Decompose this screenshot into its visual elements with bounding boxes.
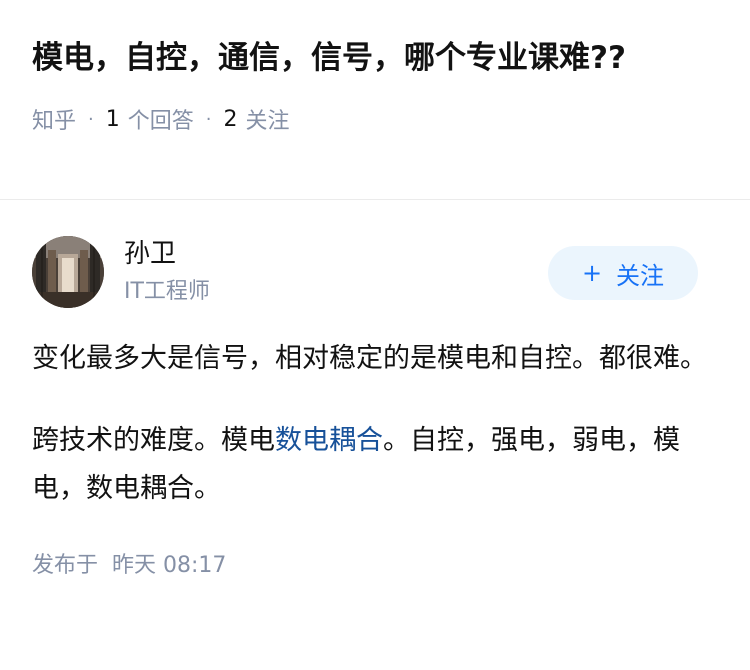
posted-time: 昨天 08:17 — [112, 553, 227, 578]
paragraph-text: 跨技术的难度。模电 — [32, 425, 275, 456]
keyword-link[interactable]: 数电耦合 — [275, 425, 383, 456]
question-meta: 知乎 · 1 个回答 · 2 关注 — [32, 103, 718, 135]
author-title: IT工程师 — [124, 279, 210, 304]
question-header: 模电，自控，通信，信号，哪个专业课难?? 知乎 · 1 个回答 · 2 关注 — [0, 0, 750, 200]
answer-card: 孙卫 IT工程师 + 关注 变化最多大是信号，相对稳定的是模电和自控。都很难。 … — [0, 201, 750, 579]
post-time: 发布于 昨天 08:17 — [32, 547, 718, 579]
author-name[interactable]: 孙卫 — [124, 237, 176, 271]
source-label[interactable]: 知乎 — [32, 103, 76, 135]
separator-dot: · — [205, 108, 212, 130]
separator-dot: · — [88, 108, 94, 130]
follow-button-label: 关注 — [616, 261, 665, 290]
answer-paragraph: 变化最多大是信号，相对稳定的是模电和自控。都很难。 — [32, 343, 707, 374]
question-title[interactable]: 模电，自控，通信，信号，哪个专业课难?? — [32, 32, 712, 84]
plus-icon: + — [581, 259, 603, 287]
author-row: 孙卫 IT工程师 + 关注 — [32, 201, 718, 311]
avatar[interactable] — [32, 236, 104, 308]
answer-count: 1 — [105, 106, 120, 132]
answer-paragraph: 跨技术的难度。模电数电耦合。自控，强电，弱电，模电，数电耦合。 — [32, 417, 718, 513]
avatar-photo-icon — [32, 236, 104, 308]
answer-content: 变化最多大是信号，相对稳定的是模电和自控。都很难。 跨技术的难度。模电数电耦合。… — [32, 335, 718, 513]
posted-label: 发布于 — [32, 553, 99, 578]
follow-count: 2 — [223, 106, 238, 132]
answer-count-label: 个回答 — [127, 109, 194, 134]
follow-button[interactable]: + 关注 — [548, 246, 698, 300]
follow-count-label: 关注 — [245, 109, 290, 134]
